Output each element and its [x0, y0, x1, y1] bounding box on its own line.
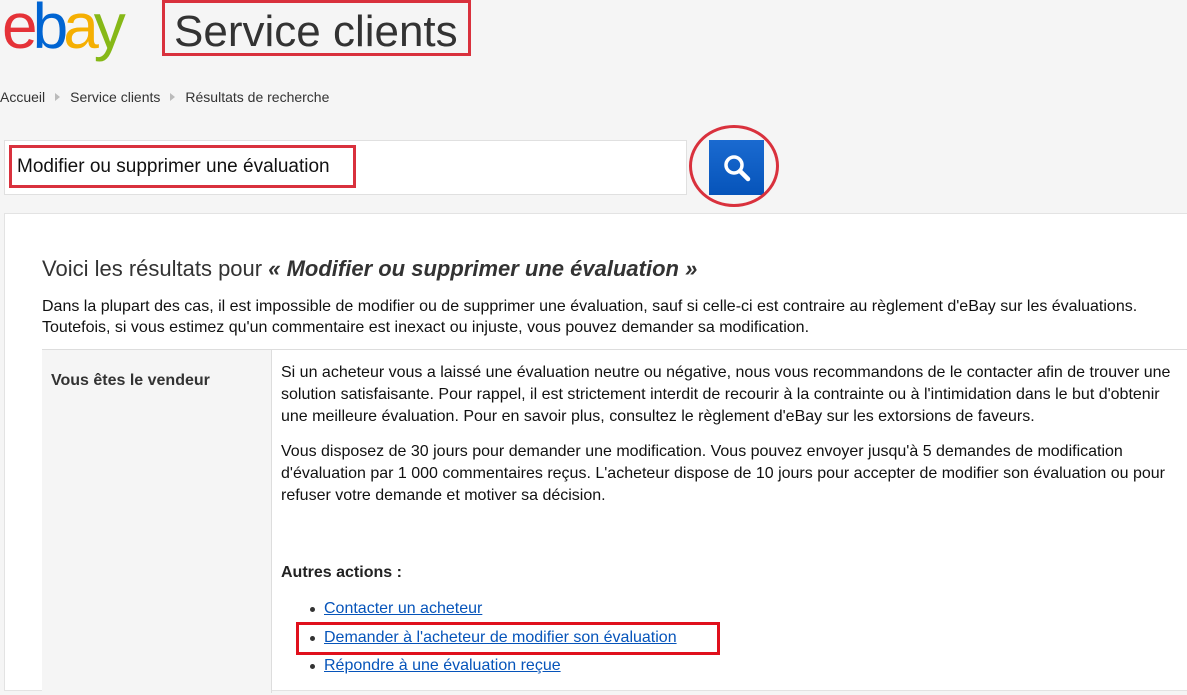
- results-intro: Dans la plupart des cas, il est impossib…: [42, 298, 1138, 336]
- logo-letter-a: a: [63, 0, 99, 62]
- row-content-cell: Si un acheteur vous a laissé une évaluat…: [281, 362, 1186, 520]
- results-panel: Voici les résultats pour « Modifier ou s…: [4, 213, 1187, 693]
- breadcrumb-separator-icon: [170, 93, 176, 101]
- search-button-highlight-circle: [689, 125, 779, 207]
- contact-buyer-link[interactable]: Contacter un acheteur: [324, 600, 482, 617]
- list-item: Répondre à une évaluation reçue: [304, 655, 677, 684]
- row-label: Vous êtes le vendeur: [51, 372, 210, 389]
- results-title-query: « Modifier ou supprimer une évaluation »: [268, 256, 698, 281]
- row-header-cell: Vous êtes le vendeur: [42, 350, 272, 693]
- search-input-highlight-box: [9, 145, 356, 188]
- header: ebay Service clients: [0, 0, 1187, 70]
- paragraph-1: Si un acheteur vous a laissé une évaluat…: [281, 364, 1171, 425]
- logo-letter-e: e: [2, 0, 38, 62]
- results-title-prefix: Voici les résultats pour: [42, 256, 269, 281]
- reply-to-feedback-link[interactable]: Répondre à une évaluation reçue: [324, 657, 561, 674]
- breadcrumb-service-clients[interactable]: Service clients: [70, 89, 160, 105]
- breadcrumb-current: Résultats de recherche: [185, 89, 330, 105]
- logo-letter-y: y: [93, 0, 126, 62]
- results-title: Voici les résultats pour « Modifier ou s…: [42, 256, 697, 282]
- paragraph-2: Vous disposez de 30 jours pour demander …: [281, 443, 1165, 504]
- actions-title: Autres actions :: [281, 564, 402, 581]
- logo-letter-b: b: [32, 0, 69, 62]
- action-link-highlight-box: [296, 622, 720, 655]
- page-title: Service clients: [174, 7, 458, 56]
- breadcrumb-home[interactable]: Accueil: [0, 89, 45, 105]
- title-highlight-box: Service clients: [162, 0, 471, 56]
- ebay-logo[interactable]: ebay: [2, 0, 126, 62]
- breadcrumb: Accueil Service clients Résultats de rec…: [0, 87, 329, 107]
- search-bar: [4, 140, 687, 195]
- breadcrumb-separator-icon: [55, 93, 61, 101]
- search-input[interactable]: [17, 155, 347, 179]
